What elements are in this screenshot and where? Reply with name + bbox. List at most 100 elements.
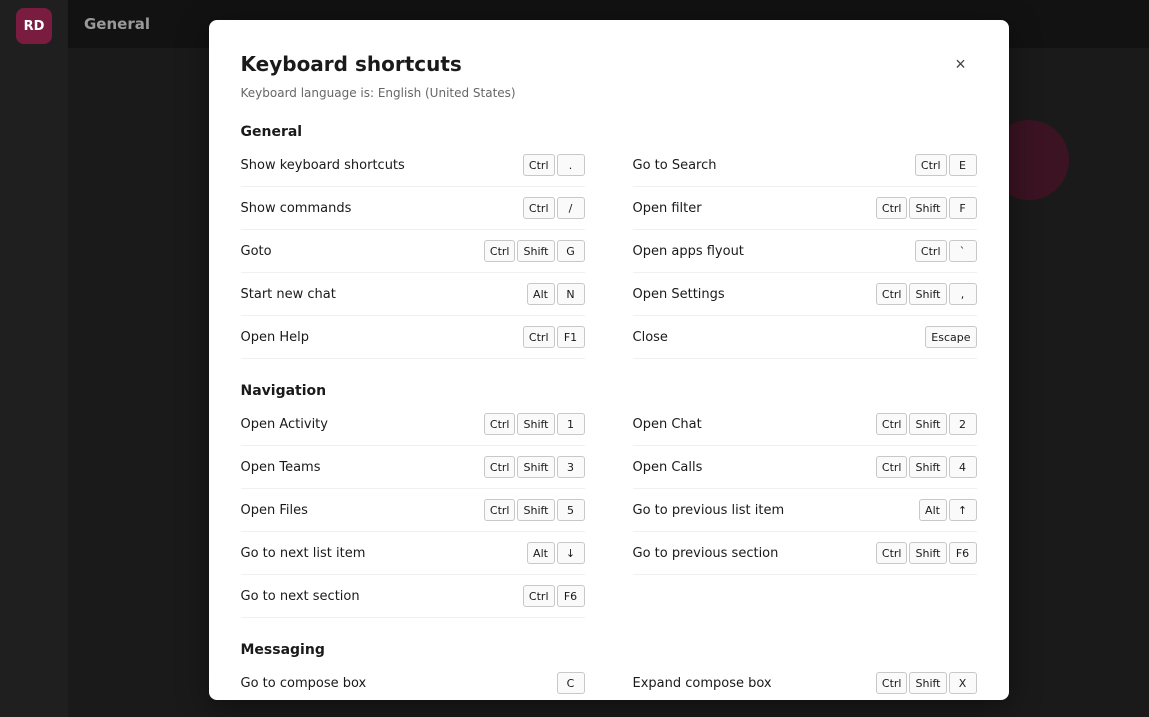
key-badge: . — [557, 154, 585, 176]
key-badge: Ctrl — [523, 585, 555, 607]
shortcut-row: CloseEscape — [633, 316, 977, 359]
shortcut-row: Open ActivityCtrlShift1 — [241, 403, 585, 446]
shortcut-keys: CtrlShift5 — [484, 499, 585, 521]
key-badge: ` — [949, 240, 977, 262]
shortcut-label: Go to previous list item — [633, 503, 919, 518]
key-badge: Ctrl — [876, 197, 908, 219]
shortcut-label: Open Files — [241, 503, 484, 518]
key-badge: Alt — [527, 283, 555, 305]
shortcut-label: Open Chat — [633, 417, 876, 432]
app-icon: RD — [16, 8, 52, 44]
shortcut-keys: CtrlF1 — [523, 326, 585, 348]
key-badge: 1 — [557, 413, 585, 435]
shortcut-keys: Ctrl. — [523, 154, 585, 176]
key-badge: Ctrl — [876, 283, 908, 305]
shortcut-keys: Alt↓ — [527, 542, 585, 564]
right-col-general: Go to SearchCtrlEOpen filterCtrlShiftFOp… — [633, 144, 977, 359]
shortcut-row: Open ChatCtrlShift2 — [633, 403, 977, 446]
shortcut-label: Go to previous section — [633, 546, 876, 561]
key-badge: E — [949, 154, 977, 176]
key-badge: Ctrl — [484, 456, 516, 478]
shortcut-keys: CtrlE — [915, 154, 977, 176]
shortcut-row: GotoCtrlShiftG — [241, 230, 585, 273]
shortcut-row: Go to previous list itemAlt↑ — [633, 489, 977, 532]
key-badge: G — [557, 240, 585, 262]
shortcut-keys: CtrlShift2 — [876, 413, 977, 435]
shortcut-keys: CtrlShiftG — [484, 240, 585, 262]
shortcut-label: Show keyboard shortcuts — [241, 158, 523, 173]
shortcut-keys: CtrlShift1 — [484, 413, 585, 435]
right-col-navigation: Open ChatCtrlShift2Open CallsCtrlShift4G… — [633, 403, 977, 618]
key-badge: 4 — [949, 456, 977, 478]
shortcut-row: Open FilesCtrlShift5 — [241, 489, 585, 532]
left-col-navigation: Open ActivityCtrlShift1Open TeamsCtrlShi… — [241, 403, 585, 618]
shortcut-keys: CtrlShiftX — [876, 672, 977, 694]
shortcut-row: Open HelpCtrlF1 — [241, 316, 585, 359]
shortcut-keys: CtrlShift, — [876, 283, 977, 305]
key-badge: 2 — [949, 413, 977, 435]
shortcuts-sections: GeneralShow keyboard shortcutsCtrl.Show … — [241, 124, 977, 700]
shortcut-row: Open SettingsCtrlShift, — [633, 273, 977, 316]
shortcut-keys: CtrlShift3 — [484, 456, 585, 478]
shortcut-row: Open filterCtrlShiftF — [633, 187, 977, 230]
key-badge: Ctrl — [523, 154, 555, 176]
shortcut-keys: CtrlF6 — [523, 585, 585, 607]
shortcut-label: Go to next section — [241, 589, 523, 604]
shortcut-label: Go to compose box — [241, 676, 557, 691]
key-badge: 3 — [557, 456, 585, 478]
key-badge: Shift — [909, 197, 946, 219]
key-badge: Shift — [909, 413, 946, 435]
sidebar: RD — [0, 0, 68, 717]
section-title-messaging: Messaging — [241, 642, 977, 658]
key-badge: Shift — [517, 413, 554, 435]
left-col-general: Show keyboard shortcutsCtrl.Show command… — [241, 144, 585, 359]
modal-language-note: Keyboard language is: English (United St… — [241, 86, 977, 100]
shortcut-label: Open Teams — [241, 460, 484, 475]
key-badge: Shift — [909, 456, 946, 478]
shortcut-row: Go to next list itemAlt↓ — [241, 532, 585, 575]
shortcut-keys: Ctrl/ — [523, 197, 585, 219]
key-badge: F6 — [949, 542, 977, 564]
key-badge: Shift — [517, 456, 554, 478]
key-badge: Ctrl — [484, 413, 516, 435]
app-background: RD General Keyboard shortcuts × Keyboard… — [0, 0, 1149, 717]
shortcut-keys: Ctrl` — [915, 240, 977, 262]
shortcut-label: Expand compose box — [633, 676, 876, 691]
key-badge: , — [949, 283, 977, 305]
shortcut-label: Goto — [241, 244, 484, 259]
shortcut-row: Open TeamsCtrlShift3 — [241, 446, 585, 489]
shortcut-row: Start new chatAltN — [241, 273, 585, 316]
shortcut-row: Go to previous sectionCtrlShiftF6 — [633, 532, 977, 575]
key-badge: Ctrl — [484, 240, 516, 262]
key-badge: Ctrl — [523, 326, 555, 348]
key-badge: ↓ — [557, 542, 585, 564]
shortcut-label: Go to next list item — [241, 546, 527, 561]
close-button[interactable]: × — [945, 48, 977, 80]
shortcut-keys: Alt↑ — [919, 499, 977, 521]
section-grid-messaging: Go to compose boxCSend (expanded compose… — [241, 662, 977, 700]
left-col-messaging: Go to compose boxCSend (expanded compose… — [241, 662, 585, 700]
shortcut-keys: CtrlShift4 — [876, 456, 977, 478]
modal-title: Keyboard shortcuts — [241, 52, 462, 76]
shortcut-row: Open CallsCtrlShift4 — [633, 446, 977, 489]
key-badge: Shift — [909, 672, 946, 694]
shortcut-row: Go to next sectionCtrlF6 — [241, 575, 585, 618]
key-badge: Ctrl — [876, 672, 908, 694]
key-badge: Ctrl — [876, 456, 908, 478]
key-badge: Shift — [909, 542, 946, 564]
shortcut-keys: AltN — [527, 283, 585, 305]
shortcut-label: Open Activity — [241, 417, 484, 432]
shortcut-row: Expand compose boxCtrlShiftX — [633, 662, 977, 700]
shortcut-keys: Escape — [925, 326, 976, 348]
shortcut-label: Open Settings — [633, 287, 876, 302]
key-badge: Ctrl — [915, 240, 947, 262]
modal-header: Keyboard shortcuts × — [241, 48, 977, 80]
key-badge: C — [557, 672, 585, 694]
shortcut-label: Start new chat — [241, 287, 527, 302]
key-badge: F1 — [557, 326, 585, 348]
shortcut-row: Go to compose boxC — [241, 662, 585, 700]
shortcut-label: Close — [633, 330, 926, 345]
key-badge: Escape — [925, 326, 976, 348]
section-grid-navigation: Open ActivityCtrlShift1Open TeamsCtrlShi… — [241, 403, 977, 618]
right-col-messaging: Expand compose boxCtrlShiftXAttach fileC… — [633, 662, 977, 700]
